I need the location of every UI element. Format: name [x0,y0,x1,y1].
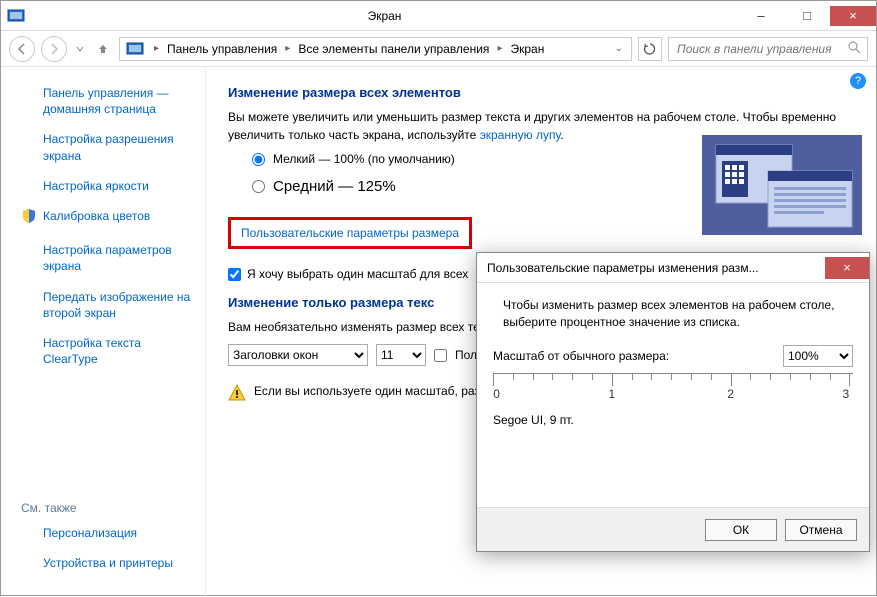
app-icon [7,7,25,25]
scale-select[interactable]: 100% [783,345,853,367]
close-button[interactable]: × [830,6,876,26]
sidebar-item-cleartype[interactable]: Настройка текста ClearType [21,335,193,367]
blank-icon [21,525,37,541]
see-also-title: См. также [21,501,193,515]
sidebar-link[interactable]: Персонализация [43,525,137,541]
search-box[interactable] [668,37,868,61]
blank-icon [21,335,37,367]
chevron-right-icon: ▸ [491,43,508,54]
single-scale-label: Я хочу выбрать один масштаб для всех [247,267,468,281]
breadcrumb-leaf[interactable]: Экран [508,40,546,58]
chevron-right-icon: ▸ [148,43,165,54]
magnifier-link[interactable]: экранную лупу [480,128,561,142]
search-icon [848,41,861,57]
sidebar-link[interactable]: Настройка параметров экрана [43,242,193,274]
up-button[interactable] [93,36,113,62]
single-scale-checkbox[interactable] [228,268,241,281]
window-title: Экран [31,9,738,23]
cancel-button[interactable]: Отмена [785,519,857,541]
ok-button[interactable]: ОК [705,519,777,541]
page-heading-1: Изменение размера всех элементов [228,85,854,100]
sidebar-spacer [21,381,193,501]
radio-medium[interactable] [252,180,265,193]
sidebar-item-calibrate[interactable]: Калибровка цветов [21,208,193,228]
font-size-select[interactable]: 11 [376,344,426,366]
help-icon[interactable]: ? [850,73,866,89]
dialog-buttons: ОК Отмена [477,507,869,551]
blank-icon [21,178,37,194]
bold-checkbox[interactable] [434,349,447,362]
titlebar: Экран – □ × [1,1,876,31]
custom-size-highlight: Пользовательские параметры размера [228,217,472,249]
dialog-description: Чтобы изменить размер всех элементов на … [503,297,843,331]
preview-image [702,135,862,238]
dialog-title: Пользовательские параметры изменения раз… [487,261,825,275]
sidebar-item-display-params[interactable]: Настройка параметров экрана [21,242,193,274]
sidebar-item-resolution[interactable]: Настройка разрешения экрана [21,131,193,163]
dialog-titlebar: Пользовательские параметры изменения раз… [477,253,869,283]
navbar: ▸ Панель управления ▸ Все элементы панел… [1,31,876,67]
back-button[interactable] [9,36,35,62]
recent-dropdown[interactable] [73,36,87,62]
blank-icon [21,85,37,117]
element-select[interactable]: Заголовки окон [228,344,368,366]
warning-icon [228,384,246,402]
sidebar-link[interactable]: Настройка разрешения экрана [43,131,193,163]
sidebar-link[interactable]: Панель управления — домашняя страница [43,85,193,117]
radio-small-label: Мелкий — 100% (по умолчанию) [273,152,455,166]
sample-text: Segoe UI, 9 пт. [493,413,853,427]
dialog-body: Чтобы изменить размер всех элементов на … [477,283,869,437]
breadcrumb-dropdown[interactable]: ⌄ [609,43,629,54]
minimize-button[interactable]: – [738,6,784,26]
breadcrumb-root[interactable]: Панель управления [165,40,279,58]
sidebar-item-home[interactable]: Панель управления — домашняя страница [21,85,193,117]
sidebar-item-personalization[interactable]: Персонализация [21,525,193,541]
sidebar-link[interactable]: Настройка текста ClearType [43,335,193,367]
sidebar-item-brightness[interactable]: Настройка яркости [21,178,193,194]
control-panel-icon [126,41,144,57]
sidebar: Панель управления — домашняя страница На… [1,67,206,597]
blank-icon [21,242,37,274]
refresh-button[interactable] [638,37,662,61]
sidebar-item-project[interactable]: Передать изображение на второй экран [21,289,193,321]
ruler-ticks [493,373,853,381]
sidebar-link[interactable]: Передать изображение на второй экран [43,289,193,321]
radio-medium-label: Средний — 125% [273,178,396,195]
breadcrumb-mid[interactable]: Все элементы панели управления [296,40,491,58]
ruler[interactable]: 0 1 2 3 [493,373,853,403]
custom-dpi-dialog: Пользовательские параметры изменения раз… [476,252,870,552]
radio-small[interactable] [252,153,265,166]
shield-icon [21,208,37,228]
sidebar-item-devices[interactable]: Устройства и принтеры [21,555,193,571]
sidebar-link[interactable]: Настройка яркости [43,178,149,194]
blank-icon [21,131,37,163]
search-input[interactable] [675,41,848,57]
breadcrumb[interactable]: ▸ Панель управления ▸ Все элементы панел… [119,37,632,61]
dialog-close-button[interactable]: × [825,257,869,279]
forward-button[interactable] [41,36,67,62]
chevron-right-icon: ▸ [279,43,296,54]
custom-size-link[interactable]: Пользовательские параметры размера [241,226,459,240]
blank-icon [21,555,37,571]
scale-label: Масштаб от обычного размера: [493,349,669,363]
window-controls: – □ × [738,6,876,26]
scale-row: Масштаб от обычного размера: 100% [493,345,853,367]
maximize-button[interactable]: □ [784,6,830,26]
sidebar-link[interactable]: Калибровка цветов [43,208,150,228]
sidebar-link[interactable]: Устройства и принтеры [43,555,173,571]
blank-icon [21,289,37,321]
